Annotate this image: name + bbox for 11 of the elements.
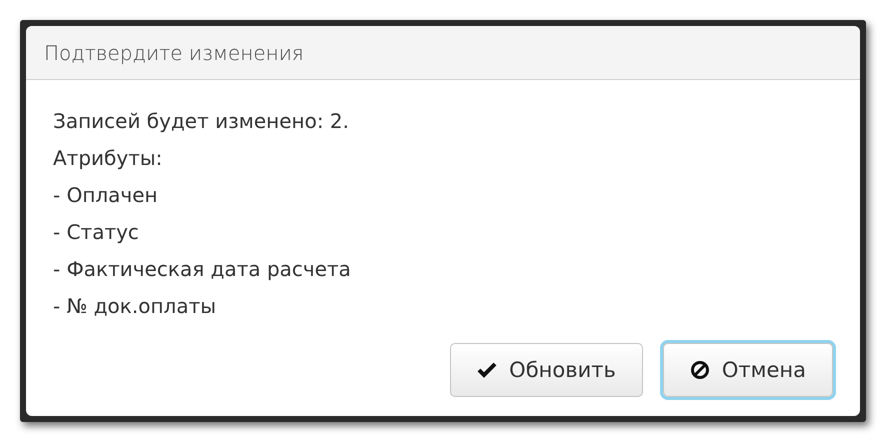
message-line: - Статус — [53, 219, 140, 246]
dialog-title: Подтвердите изменения — [44, 40, 304, 64]
ban-icon — [690, 360, 710, 380]
message-line: Атрибуты: — [53, 145, 164, 172]
update-button[interactable]: Обновить — [450, 343, 643, 397]
message-line: - Фактическая дата расчета — [53, 256, 352, 283]
check-icon — [477, 362, 498, 378]
message-line: - Оплачен — [53, 182, 159, 209]
message-line: Записей будет изменено: 2. — [53, 108, 350, 135]
cancel-button[interactable]: Отмена — [662, 343, 833, 397]
message-line: - № док.оплаты — [53, 293, 218, 320]
